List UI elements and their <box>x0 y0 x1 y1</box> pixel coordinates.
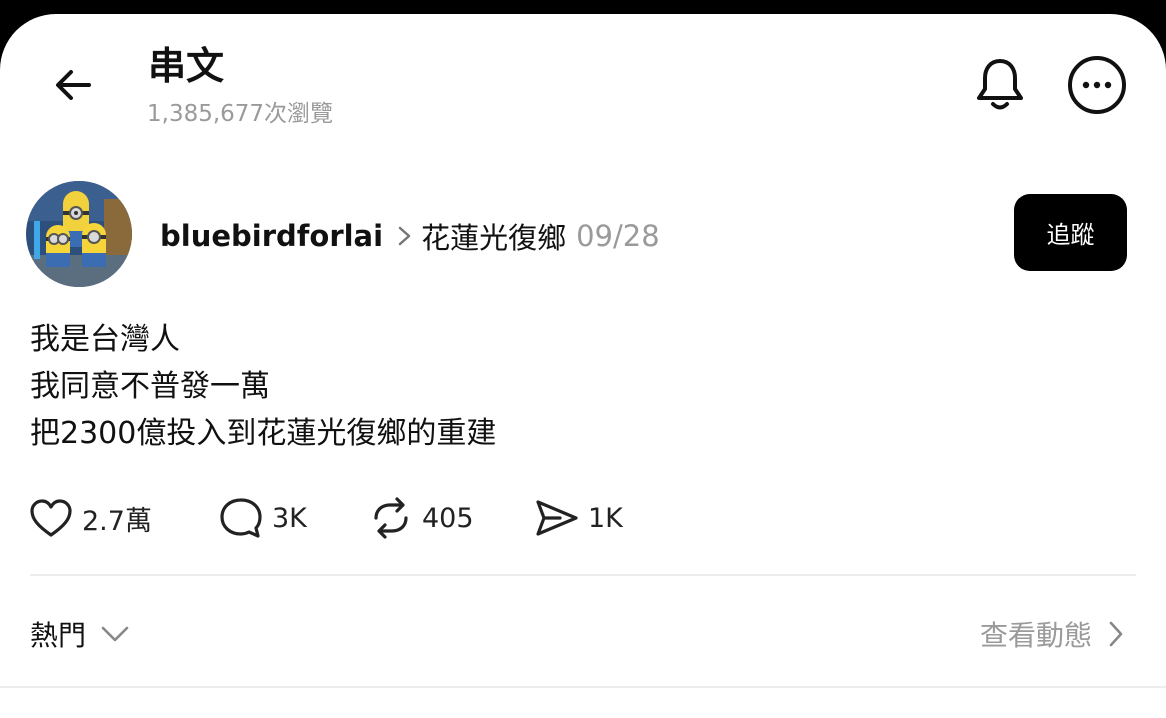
post-line: 我同意不普發一萬 <box>30 369 270 404</box>
sort-label: 熱門 <box>30 619 87 652</box>
back-button[interactable] <box>48 60 98 110</box>
author-line: bluebirdforlai 花蓮光復鄉 09/28 <box>160 214 660 258</box>
share-button[interactable]: 1K <box>534 496 623 540</box>
like-button[interactable]: 2.7萬 <box>28 497 218 539</box>
divider <box>30 574 1136 576</box>
thread-screen: 串文 1,385,677次瀏覽 bluebirdforlai 花蓮光復鄉 09/… <box>0 14 1166 718</box>
repost-button[interactable]: 405 <box>368 496 534 540</box>
username[interactable]: bluebirdforlai <box>160 219 383 253</box>
post-date: 09/28 <box>576 219 660 253</box>
minions-avatar-image <box>26 181 132 287</box>
reply-button[interactable]: 3K <box>218 496 368 540</box>
repost-count: 405 <box>422 502 474 534</box>
reply-count: 3K <box>272 502 307 534</box>
more-icon <box>1068 56 1126 114</box>
heart-icon <box>30 499 72 537</box>
notification-button[interactable] <box>970 54 1030 114</box>
follow-button[interactable]: 追蹤 <box>1014 194 1127 271</box>
avatar[interactable] <box>26 181 132 287</box>
sort-dropdown[interactable]: 熱門 <box>30 612 130 656</box>
divider <box>0 686 1166 688</box>
repost-icon <box>374 497 408 539</box>
more-options-button[interactable] <box>1066 54 1128 116</box>
comment-icon <box>220 498 262 538</box>
chevron-down-icon <box>101 626 129 642</box>
like-count: 2.7萬 <box>82 505 152 537</box>
view-activity-label: 查看動態 <box>979 619 1092 652</box>
topic-tag[interactable]: 花蓮光復鄉 <box>421 215 566 257</box>
send-icon <box>536 500 578 536</box>
post-line: 我是台灣人 <box>30 322 180 357</box>
chevron-right-icon <box>397 225 413 247</box>
view-activity-link[interactable]: 查看動態 <box>980 612 1124 656</box>
share-count: 1K <box>588 502 623 534</box>
page-title: 串文 <box>148 44 225 88</box>
post-line: 把2300億投入到花蓮光復鄉的重建 <box>30 416 497 451</box>
view-count: 1,385,677次瀏覽 <box>147 101 334 127</box>
action-bar: 2.7萬 3K 405 1K <box>28 496 623 540</box>
chevron-right-icon <box>1109 621 1123 647</box>
post-text: 我是台灣人 我同意不普發一萬 把2300億投入到花蓮光復鄉的重建 <box>30 316 496 457</box>
bell-icon <box>977 59 1023 110</box>
back-arrow-icon <box>56 70 91 100</box>
